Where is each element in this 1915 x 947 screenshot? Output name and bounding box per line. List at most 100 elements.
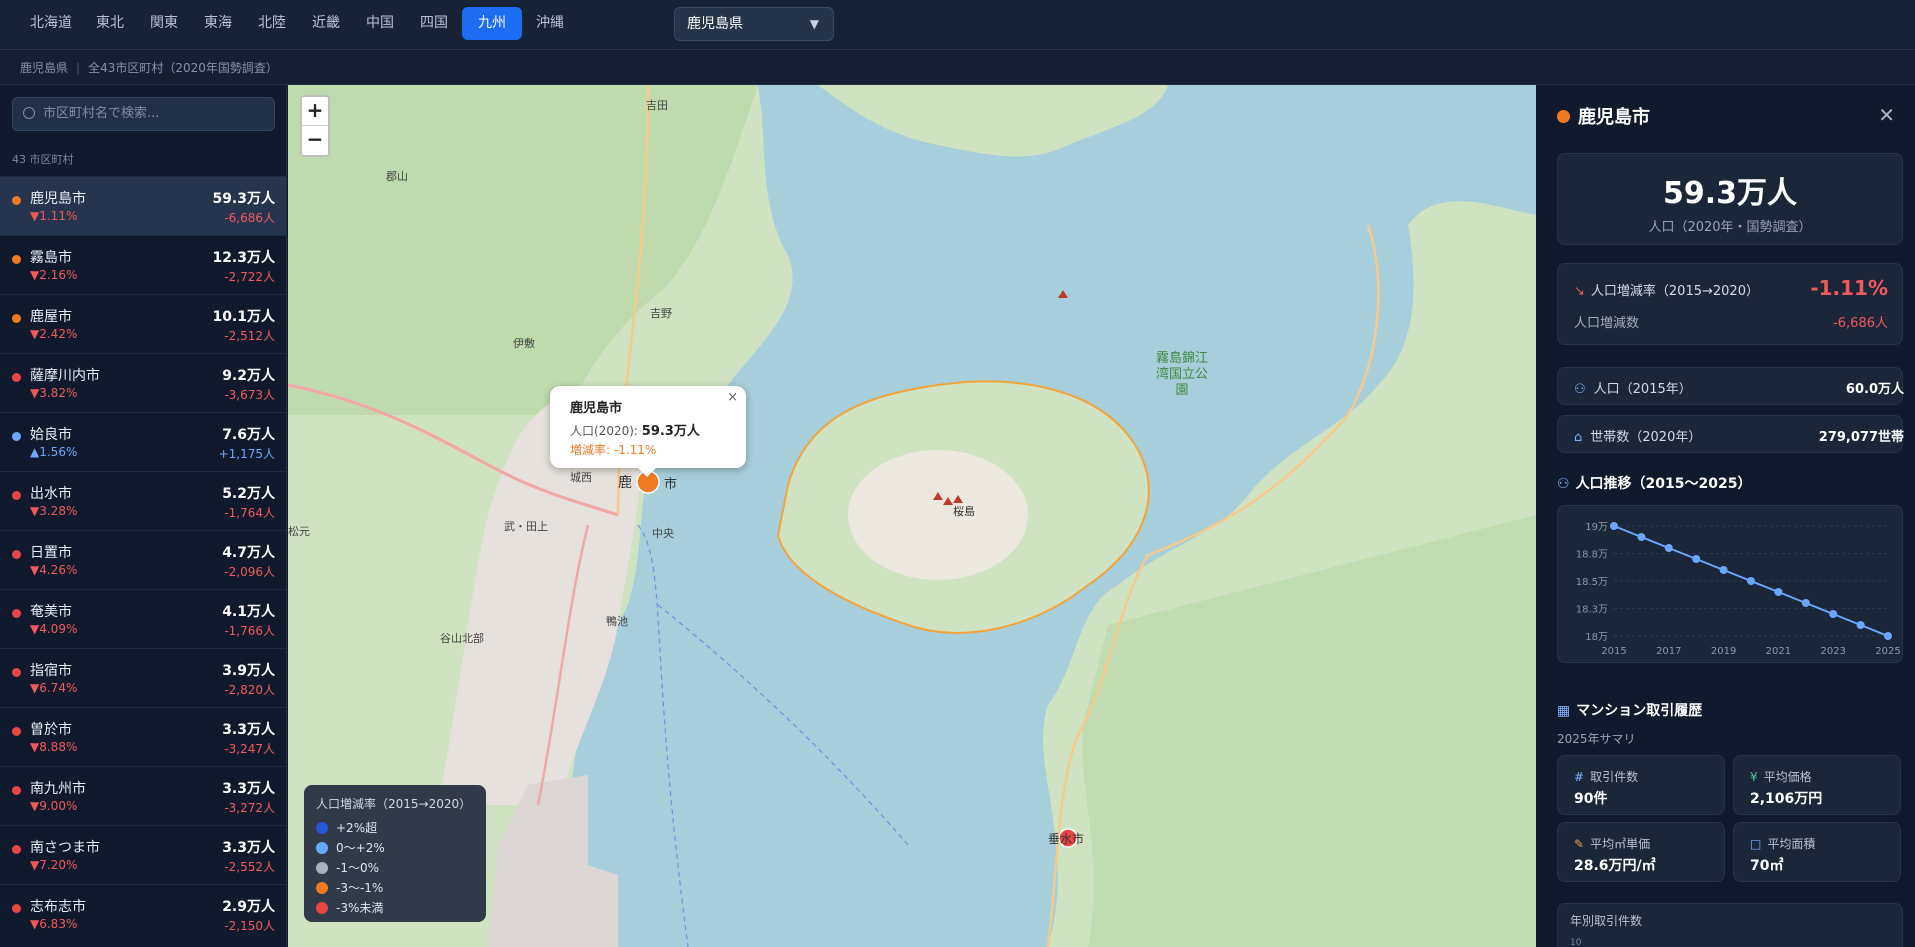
data-point[interactable] xyxy=(1884,632,1892,640)
list-item[interactable]: 鹿児島市 ▼1.11% 59.3万人 -6,686人 xyxy=(0,176,286,235)
breadcrumb-prefecture: 鹿児島県 xyxy=(20,61,69,75)
map-label-shiroyama: 城西 xyxy=(570,471,592,484)
municipality-count: 43 市区町村 xyxy=(12,153,74,166)
data-point[interactable] xyxy=(1774,588,1783,596)
legend-item: -3〜-1% xyxy=(316,878,474,898)
x-tick-label: 2025 xyxy=(1875,646,1900,657)
status-dot-icon xyxy=(12,373,21,382)
region-tab[interactable]: 東北 xyxy=(84,7,136,40)
stat-value: 28.6万円/㎡ xyxy=(1574,858,1656,874)
region-tab[interactable]: 四国 xyxy=(408,7,460,40)
yearly-axis-top: 10 xyxy=(1570,938,1582,947)
data-point[interactable] xyxy=(1664,544,1673,552)
stat-card: # 取引件数 90件 xyxy=(1557,755,1725,815)
municipality-name: 曽於市 xyxy=(30,722,72,738)
data-point[interactable] xyxy=(1610,522,1618,530)
data-point[interactable] xyxy=(1747,577,1755,585)
panel-title: 鹿児島市 xyxy=(1557,103,1650,129)
municipality-diff: -2,552人 xyxy=(224,860,275,874)
list-item[interactable]: 指宿市 ▼6.74% 3.9万人 -2,820人 xyxy=(0,648,286,707)
municipality-name: 志布志市 xyxy=(30,899,86,915)
legend-swatch xyxy=(316,842,328,854)
map-label-shi: 市 xyxy=(664,477,678,492)
list-item[interactable]: 鹿屋市 ▼2.42% 10.1万人 -2,512人 xyxy=(0,294,286,353)
y-tick-label: 18.8万 xyxy=(1576,550,1608,561)
municipality-rate: ▼2.16% xyxy=(30,268,78,282)
region-tab[interactable]: 沖縄 xyxy=(524,7,576,40)
municipality-population: 7.6万人 xyxy=(222,427,275,443)
status-dot-icon xyxy=(12,786,21,795)
status-dot-icon xyxy=(12,609,21,618)
breadcrumb-separator: | xyxy=(76,61,81,75)
municipality-population: 3.9万人 xyxy=(222,663,275,679)
list-item[interactable]: 志布志市 ▼6.83% 2.9万人 -2,150人 xyxy=(0,884,286,943)
stat-card: □ 平均面積 70㎡ xyxy=(1733,822,1901,882)
zoom-out-button[interactable]: − xyxy=(302,126,328,155)
list-item[interactable]: 南さつま市 ▼7.20% 3.3万人 -2,552人 xyxy=(0,825,286,884)
population-sub: 人口（2020年・国勢調査） xyxy=(1648,220,1812,235)
region-tab[interactable]: 九州 xyxy=(462,7,522,40)
search-input[interactable]: 市区町村名で検索... xyxy=(12,97,275,131)
status-dot-icon xyxy=(12,314,21,323)
municipality-name: 南さつま市 xyxy=(30,840,100,856)
x-tick-label: 2017 xyxy=(1656,646,1681,657)
region-tab[interactable]: 近畿 xyxy=(300,7,352,40)
population-card: 59.3万人 人口（2020年・国勢調査） xyxy=(1557,153,1903,245)
data-point[interactable] xyxy=(1856,621,1865,629)
list-item[interactable]: 霧島市 ▼2.16% 12.3万人 -2,722人 xyxy=(0,235,286,294)
list-item[interactable]: 出水市 ▼3.28% 5.2万人 -1,764人 xyxy=(0,471,286,530)
municipality-name: 出水市 xyxy=(30,486,72,502)
breadcrumb: 鹿児島県 | 全43市区町村（2020年国勢調査） xyxy=(0,51,1915,85)
region-tab[interactable]: 関東 xyxy=(138,7,190,40)
zoom-in-button[interactable]: + xyxy=(302,97,328,126)
region-tab[interactable]: 北陸 xyxy=(246,7,298,40)
data-point[interactable] xyxy=(1719,566,1728,574)
legend-label: 0〜+2% xyxy=(336,841,385,855)
map-view[interactable]: 鹿 市 桜島 霧島錦江湾国立公園 垂水市 伊敷 吉野 中央 谷山北部 鴨池 城西… xyxy=(288,85,1536,947)
list-item[interactable]: 曽於市 ▼8.88% 3.3万人 -3,247人 xyxy=(0,707,286,766)
stat-value: 2,106万円 xyxy=(1750,791,1823,807)
diff-value: -6,686人 xyxy=(1833,316,1888,331)
stat-label-text: 平均価格 xyxy=(1763,770,1812,784)
households-label-text: 世帯数（2020年） xyxy=(1590,430,1702,445)
municipality-population: 10.1万人 xyxy=(212,309,275,325)
list-item[interactable]: 薩摩川内市 ▼3.82% 9.2万人 -3,673人 xyxy=(0,353,286,412)
map-label-park: 霧島錦江湾国立公園 xyxy=(1155,351,1208,398)
municipality-rate: ▼1.11% xyxy=(30,209,78,223)
data-point[interactable] xyxy=(1801,599,1810,607)
municipality-rate: ▼6.83% xyxy=(30,917,78,931)
list-item[interactable]: 奄美市 ▼4.09% 4.1万人 -1,766人 xyxy=(0,589,286,648)
trend-section-title: ⚇ 人口推移（2015〜2025） xyxy=(1557,473,1752,493)
close-icon[interactable]: ✕ xyxy=(1878,103,1895,127)
legend-item: -3%未満 xyxy=(316,898,474,918)
detail-panel: 鹿児島市 ✕ 59.3万人 人口（2020年・国勢調査） ↘ 人口増減率（2015… xyxy=(1537,85,1915,947)
map-label-city: 鹿 xyxy=(618,475,632,491)
region-tab[interactable]: 中国 xyxy=(354,7,406,40)
pop2015-label-text: 人口（2015年） xyxy=(1593,382,1692,397)
municipality-rate: ▼3.82% xyxy=(30,386,78,400)
top-navigation-bar: 北海道 東北 関東 東海 北陸 近畿 中国 四国 九州 沖縄 鹿児島県 ▼ xyxy=(0,0,1915,50)
municipality-name: 指宿市 xyxy=(30,663,72,679)
status-dot-icon xyxy=(12,845,21,854)
sakurajima-volcano xyxy=(848,450,1028,580)
status-dot-icon xyxy=(12,550,21,559)
legend-item: +2%超 xyxy=(316,818,474,838)
list-item[interactable]: 日置市 ▼4.26% 4.7万人 -2,096人 xyxy=(0,530,286,589)
region-tab[interactable]: 北海道 xyxy=(20,7,82,40)
region-tab[interactable]: 東海 xyxy=(192,7,244,40)
data-point[interactable] xyxy=(1637,533,1646,541)
municipality-diff: -6,686人 xyxy=(224,211,275,225)
legend-item: 0〜+2% xyxy=(316,838,474,858)
municipality-name: 鹿児島市 xyxy=(30,191,86,207)
data-point[interactable] xyxy=(1829,610,1838,618)
list-item[interactable]: 姶良市 ▲1.56% 7.6万人 +1,175人 xyxy=(0,412,286,471)
legend-swatch xyxy=(316,902,328,914)
popup-close-icon[interactable]: × xyxy=(727,390,738,405)
legend-swatch xyxy=(316,862,328,874)
map-label-ijuin: 伊敷 xyxy=(513,337,535,350)
list-item[interactable]: 南九州市 ▼9.00% 3.3万人 -3,272人 xyxy=(0,766,286,825)
pop2015-value: 60.0万人 xyxy=(1845,382,1904,397)
prefecture-select[interactable]: 鹿児島県 ▼ xyxy=(674,7,834,41)
data-point[interactable] xyxy=(1692,555,1701,563)
status-dot-icon xyxy=(12,491,21,500)
